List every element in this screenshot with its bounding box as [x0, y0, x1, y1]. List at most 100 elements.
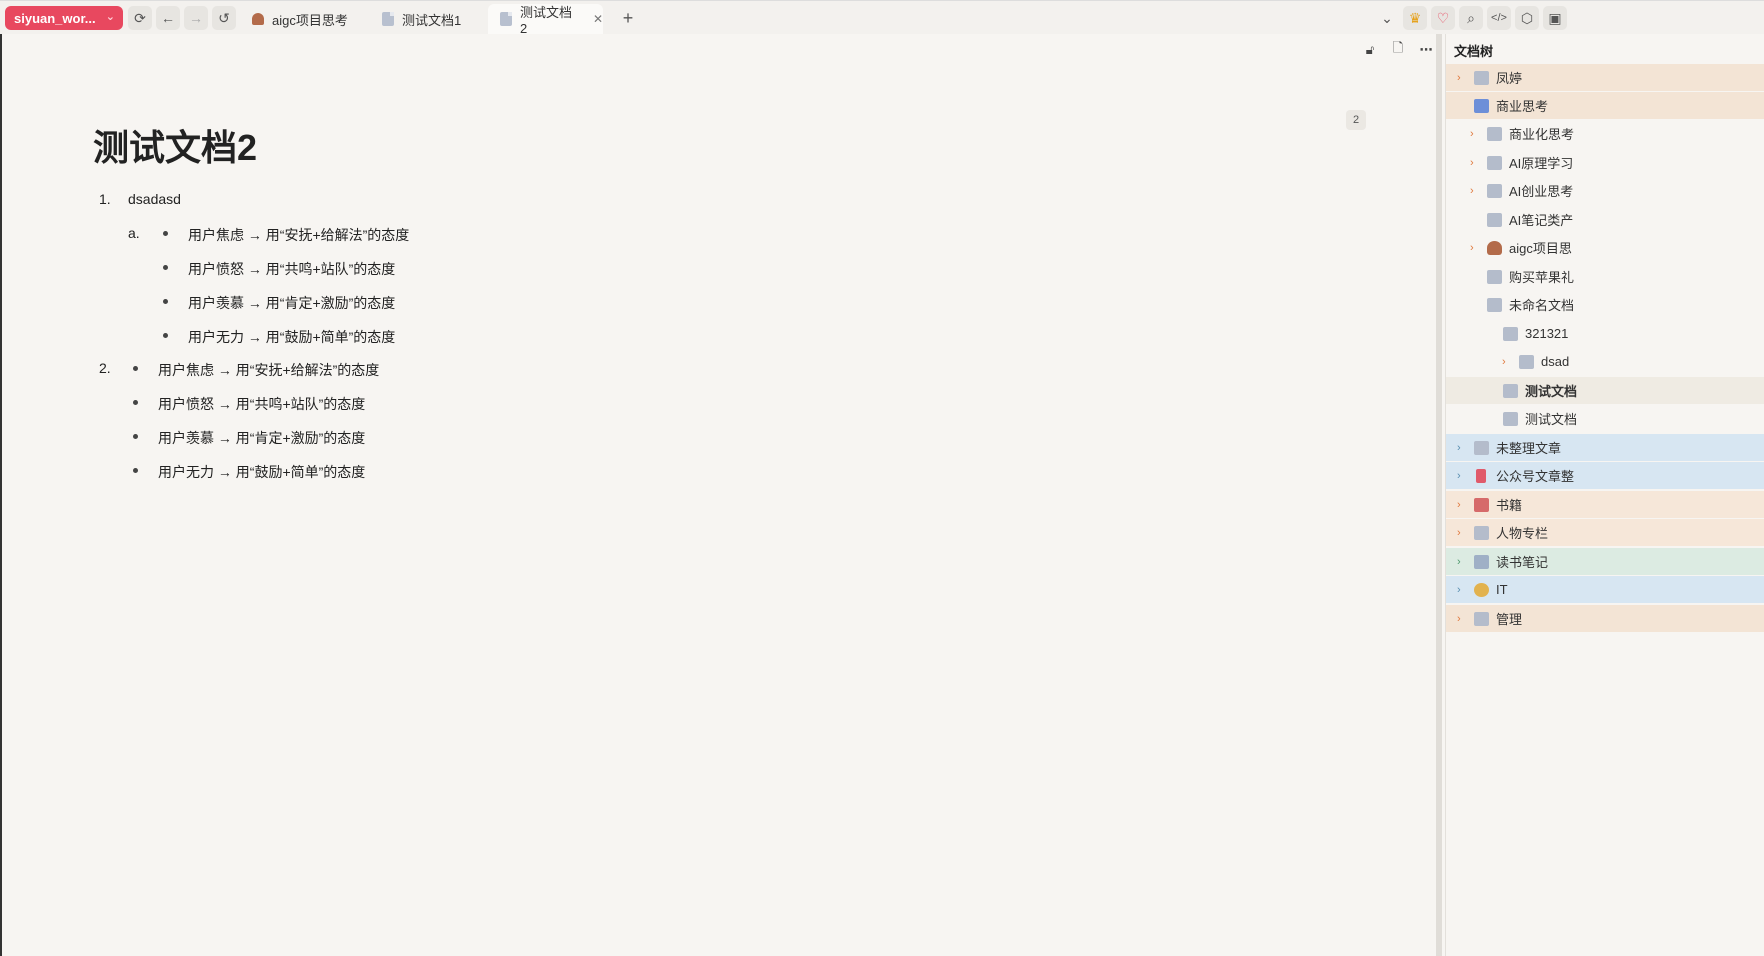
code-icon[interactable]: </> [1487, 6, 1511, 30]
tree-item[interactable]: 测试文档 [1446, 405, 1764, 432]
tree-item-label: 测试文档 [1525, 412, 1578, 427]
notebook-icon [1474, 525, 1489, 540]
tree-item[interactable]: 购买苹果礼 [1446, 263, 1764, 290]
tab-label: 测试文档1 [402, 12, 462, 28]
tree-item[interactable]: 321321 [1446, 320, 1764, 347]
document-icon [1519, 354, 1534, 369]
tab-aigc[interactable]: aigc项目思考 [240, 4, 364, 34]
tree-item[interactable]: AI笔记类产 [1446, 206, 1764, 233]
tree-item-label: AI创业思考 [1509, 184, 1574, 199]
plugin-icon[interactable]: ⬡ [1515, 6, 1539, 30]
back-icon[interactable]: ← [156, 6, 180, 30]
tree-item-selected[interactable]: 测试文档 [1446, 377, 1764, 404]
tree-item[interactable]: 商业思考 [1446, 92, 1764, 119]
tab-test-doc-1[interactable]: 测试文档1 [370, 4, 482, 34]
tree-notebook[interactable]: › 人物专栏 [1446, 519, 1764, 546]
tree-item[interactable]: › AI原理学习 [1446, 149, 1764, 176]
chevron-right-icon[interactable]: › [1457, 613, 1461, 625]
tree-item[interactable]: › 凤婷 [1446, 64, 1764, 91]
heart-icon[interactable]: ♡ [1431, 6, 1455, 30]
chevron-right-icon[interactable]: › [1502, 356, 1506, 368]
layout-icon[interactable]: ▣ [1543, 6, 1567, 30]
tab-label: 测试文档2 [519, 5, 572, 36]
bullet-icon[interactable] [163, 333, 168, 338]
tree-item-label: 未命名文档 [1509, 298, 1575, 313]
tab-label: aigc项目思考 [272, 12, 348, 28]
sync-icon[interactable]: ⟳ [128, 6, 152, 30]
chevron-right-icon[interactable]: › [1457, 527, 1461, 539]
bullet-icon[interactable] [133, 468, 138, 473]
tree-item[interactable]: 未命名文档 [1446, 291, 1764, 318]
chevron-right-icon[interactable]: › [1457, 556, 1461, 568]
new-tab-button[interactable]: + [616, 6, 640, 30]
tree-item-label: 购买苹果礼 [1509, 270, 1575, 285]
bullet-icon[interactable] [133, 400, 138, 405]
close-icon[interactable]: ✕ [593, 12, 603, 26]
list-item-text[interactable]: 用户焦虑 → 用“安抚+给解法”的态度 [158, 360, 379, 380]
forward-icon[interactable]: → [184, 6, 208, 30]
tree-item-label: 管理 [1496, 612, 1523, 627]
more-icon[interactable]: ⋯ [1416, 40, 1436, 60]
chevron-right-icon[interactable]: › [1457, 442, 1461, 454]
tab-test-doc-2[interactable]: 测试文档2 ✕ [488, 4, 603, 36]
bullet-icon[interactable] [133, 434, 138, 439]
list-item-text[interactable]: 用户无力 → 用“鼓励+简单”的态度 [188, 327, 395, 347]
chevron-right-icon[interactable]: › [1457, 499, 1461, 511]
tree-item[interactable]: › AI创业思考 [1446, 177, 1764, 204]
search-icon[interactable]: ⌕ [1459, 6, 1483, 30]
document-icon [1503, 326, 1518, 341]
chevron-right-icon[interactable]: › [1457, 470, 1461, 482]
chevron-right-icon[interactable]: › [1470, 128, 1474, 140]
tree-notebook[interactable]: › 管理 [1446, 605, 1764, 632]
tree-item[interactable]: › 商业化思考 [1446, 120, 1764, 147]
bullet-icon[interactable] [163, 231, 168, 236]
tree-notebook[interactable]: › 书籍 [1446, 491, 1764, 518]
tree-item-label: AI原理学习 [1509, 156, 1574, 171]
bookmark-icon [1476, 468, 1486, 483]
editor-scrollbar[interactable] [1436, 34, 1442, 956]
lock-icon[interactable]: 🔓︎ [1360, 40, 1380, 60]
chevron-right-icon[interactable]: › [1470, 242, 1474, 254]
document-title[interactable]: 测试文档2 [93, 119, 257, 171]
tree-notebook[interactable]: › 未整理文章 [1446, 434, 1764, 461]
tree-notebook[interactable]: › 公众号文章整 [1446, 462, 1764, 489]
person-icon [1474, 582, 1489, 597]
chevron-right-icon[interactable]: › [1457, 584, 1461, 596]
chevron-right-icon[interactable]: › [1470, 157, 1474, 169]
list-item-text[interactable]: 用户羡慕 → 用“肯定+激励”的态度 [158, 428, 365, 448]
tree-item-label: 未整理文章 [1496, 441, 1562, 456]
list-item-text[interactable]: 用户无力 → 用“鼓励+简单”的态度 [158, 462, 365, 482]
top-bar: siyuan_wor... ⌄ ⟳ ← → ↺ aigc项目思考 测试文档1 测… [0, 0, 1764, 36]
block-ref-count-badge[interactable]: 2 [1346, 110, 1366, 130]
tree-item[interactable]: › dsad [1446, 348, 1764, 375]
list-item-text[interactable]: 用户羡慕 → 用“肯定+激励”的态度 [188, 293, 395, 313]
tree-item[interactable]: › aigc项目思 [1446, 234, 1764, 261]
list-item-text[interactable]: 用户愤怒 → 用“共鸣+站队”的态度 [188, 259, 395, 279]
document-icon [1503, 411, 1518, 426]
document-icon [1487, 183, 1502, 198]
bullet-icon[interactable] [163, 265, 168, 270]
bullet-icon[interactable] [163, 299, 168, 304]
tree-notebook[interactable]: › 读书笔记 [1446, 548, 1764, 575]
workspace-button[interactable]: siyuan_wor... ⌄ [5, 6, 123, 30]
chevron-right-icon[interactable]: › [1470, 185, 1474, 197]
tree-item-label: 商业化思考 [1509, 127, 1575, 142]
tree-notebook[interactable]: › IT [1446, 576, 1764, 603]
list-item-text[interactable]: 用户愤怒 → 用“共鸣+站队”的态度 [158, 394, 365, 414]
history-icon[interactable]: ↺ [212, 6, 236, 30]
bullet-icon[interactable] [133, 366, 138, 371]
doc-info-icon[interactable]: 🗋 [1388, 40, 1408, 60]
crown-icon[interactable]: ♛ [1403, 6, 1427, 30]
tree-item-label: aigc项目思 [1509, 241, 1572, 256]
sub-list-marker: a. [128, 225, 140, 241]
notebook-icon [1474, 440, 1489, 455]
list-item-text[interactable]: 用户焦虑 → 用“安抚+给解法”的态度 [188, 225, 409, 245]
chevron-right-icon[interactable]: › [1457, 72, 1461, 84]
list-item-text[interactable]: dsadasd [128, 191, 181, 207]
tab-list-dropdown-icon[interactable]: ⌄ [1375, 6, 1399, 30]
list-marker: 2. [99, 360, 111, 376]
document-icon [1487, 126, 1502, 141]
chevron-down-icon: ⌄ [105, 11, 115, 23]
poop-icon [1487, 240, 1502, 255]
tree-item-label: 公众号文章整 [1496, 469, 1575, 484]
